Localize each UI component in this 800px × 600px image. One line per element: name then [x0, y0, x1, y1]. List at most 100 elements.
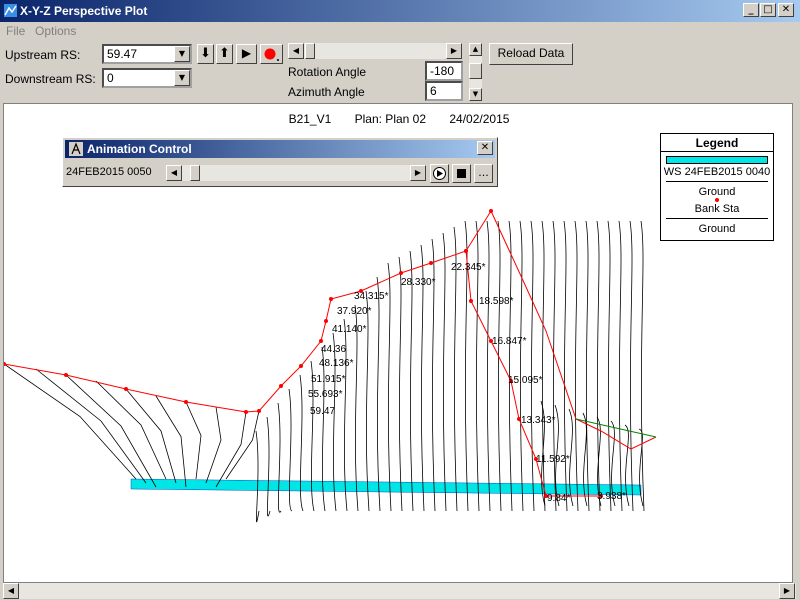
cross-section-line	[607, 220, 612, 512]
animation-options-button[interactable]: ...	[474, 164, 493, 183]
cross-section-line	[215, 411, 247, 488]
cross-section-line	[442, 232, 447, 512]
bank-station-point	[399, 271, 403, 275]
station-label: 51.915*	[311, 374, 346, 385]
chevron-down-icon[interactable]: ▼	[174, 46, 190, 62]
upstream-rs-select[interactable]: 59.47 ▼	[102, 44, 192, 64]
scroll-right-icon[interactable]: ▶	[779, 583, 795, 599]
bank-station-point	[64, 373, 68, 377]
bank-station-line	[4, 210, 492, 413]
animation-time-slider[interactable]: ◀ ▶	[166, 165, 426, 181]
cross-section-line	[563, 220, 568, 512]
bank-station-point	[319, 339, 323, 343]
cross-section-line	[497, 220, 502, 512]
cross-section-line	[225, 410, 260, 480]
bank-station-point	[469, 299, 473, 303]
step-down-button[interactable]: ⬇	[197, 44, 214, 64]
cross-section-line	[155, 395, 187, 488]
cross-section-line	[541, 220, 546, 512]
legend-ground-label: Ground	[698, 186, 736, 198]
bank-station-point	[324, 319, 328, 323]
cross-section-line	[618, 220, 623, 512]
azimuth-angle-input[interactable]: 6	[425, 81, 463, 101]
station-label: 3.938*	[597, 491, 626, 502]
station-label: 22.345*	[451, 262, 486, 273]
cross-section-line	[266, 416, 271, 517]
menu-options[interactable]: Options	[35, 24, 76, 38]
scroll-down-icon[interactable]: ▼	[469, 88, 482, 101]
scroll-left-icon[interactable]: ◀	[166, 165, 182, 181]
station-label: 41.140*	[332, 324, 367, 335]
main-window: X-Y-Z Perspective Plot _ □ ✕ File Option…	[0, 0, 800, 600]
menu-file[interactable]: File	[6, 24, 25, 38]
scroll-thumb[interactable]	[190, 165, 200, 181]
animation-play-button[interactable]	[430, 164, 449, 183]
rotation-angle-label: Rotation Angle	[288, 65, 367, 79]
station-label: 13.343*	[521, 415, 556, 426]
station-label: 16.847*	[492, 336, 527, 347]
animation-close-button[interactable]: ✕	[477, 141, 493, 155]
scroll-thumb[interactable]	[469, 63, 482, 79]
rotation-angle-input[interactable]: -180	[425, 61, 463, 81]
play-icon: ▶	[241, 46, 252, 60]
cross-section-line	[574, 220, 579, 512]
legend-title: Legend	[695, 136, 739, 150]
cross-section-line	[277, 402, 282, 513]
play-button[interactable]: ▶	[236, 44, 257, 64]
station-label: 55.693*	[308, 389, 343, 400]
minimize-button[interactable]: _	[743, 3, 759, 17]
upstream-rs-label: Upstream RS:	[5, 48, 81, 62]
animation-title-bar: Animation Control ✕	[65, 140, 495, 158]
station-label: 28.330*	[401, 277, 436, 288]
cross-section-line	[125, 388, 177, 484]
scroll-right-icon[interactable]: ▶	[410, 165, 426, 181]
reload-data-button[interactable]: Reload Data	[489, 43, 573, 65]
scroll-left-icon[interactable]: ◀	[3, 583, 19, 599]
cross-section-line	[255, 430, 260, 522]
cross-section-line	[596, 220, 601, 512]
cross-section-line	[629, 220, 634, 512]
record-button[interactable]	[260, 44, 283, 64]
cross-section-line	[354, 304, 359, 512]
menu-bar: File Options	[0, 22, 800, 40]
legend-divider	[661, 151, 773, 152]
scroll-thumb[interactable]	[305, 43, 315, 59]
legend-ws-label: WS 24FEB2015 0040	[663, 166, 771, 178]
cross-section-line	[409, 250, 414, 512]
scroll-left-icon[interactable]: ◀	[288, 43, 304, 59]
app-icon	[4, 4, 17, 17]
bank-station-point	[429, 261, 433, 265]
legend-ws-swatch	[666, 156, 768, 164]
legend-ground-swatch	[666, 181, 768, 182]
scroll-right-icon[interactable]: ▶	[446, 43, 462, 59]
scroll-up-icon[interactable]: ▲	[469, 43, 482, 56]
station-label: 34.315*	[354, 291, 389, 302]
bank-station-line	[465, 250, 601, 497]
close-button[interactable]: ✕	[778, 3, 794, 17]
cross-section-line	[530, 220, 535, 512]
cross-section-line	[65, 374, 157, 488]
station-label: 18.598*	[479, 296, 514, 307]
upstream-rs-value: 59.47	[107, 47, 138, 61]
step-up-button[interactable]: ⬆	[216, 44, 233, 64]
station-label: 48.136*	[319, 358, 354, 369]
rotation-scrollbar[interactable]: ◀ ▶	[288, 43, 462, 59]
station-label: 11.592*	[536, 454, 570, 465]
bank-station-point	[257, 409, 261, 413]
plot-area: B21_V1 Plan: Plan 02 24/02/2015 22.345* 2…	[3, 103, 793, 583]
bank-station-point	[299, 364, 303, 368]
azimuth-angle-label: Azimuth Angle	[288, 85, 365, 99]
azimuth-scrollbar[interactable]: ▲ ▼	[469, 43, 482, 101]
downstream-rs-select[interactable]: 0 ▼	[102, 68, 192, 88]
station-label: 37.920*	[337, 306, 372, 317]
cross-section-line	[486, 220, 491, 512]
cross-section-line	[205, 406, 222, 484]
animation-icon	[69, 142, 83, 156]
legend: Legend WS 24FEB2015 0040 Ground Bank Sta…	[660, 133, 774, 241]
chevron-down-icon[interactable]: ▼	[174, 70, 190, 86]
maximize-button[interactable]: □	[760, 3, 776, 17]
animation-stop-button[interactable]	[452, 164, 471, 183]
legend-bank-swatch	[715, 198, 719, 202]
stop-icon	[457, 169, 466, 178]
plot-horizontal-scrollbar[interactable]: ◀ ▶	[3, 583, 796, 599]
